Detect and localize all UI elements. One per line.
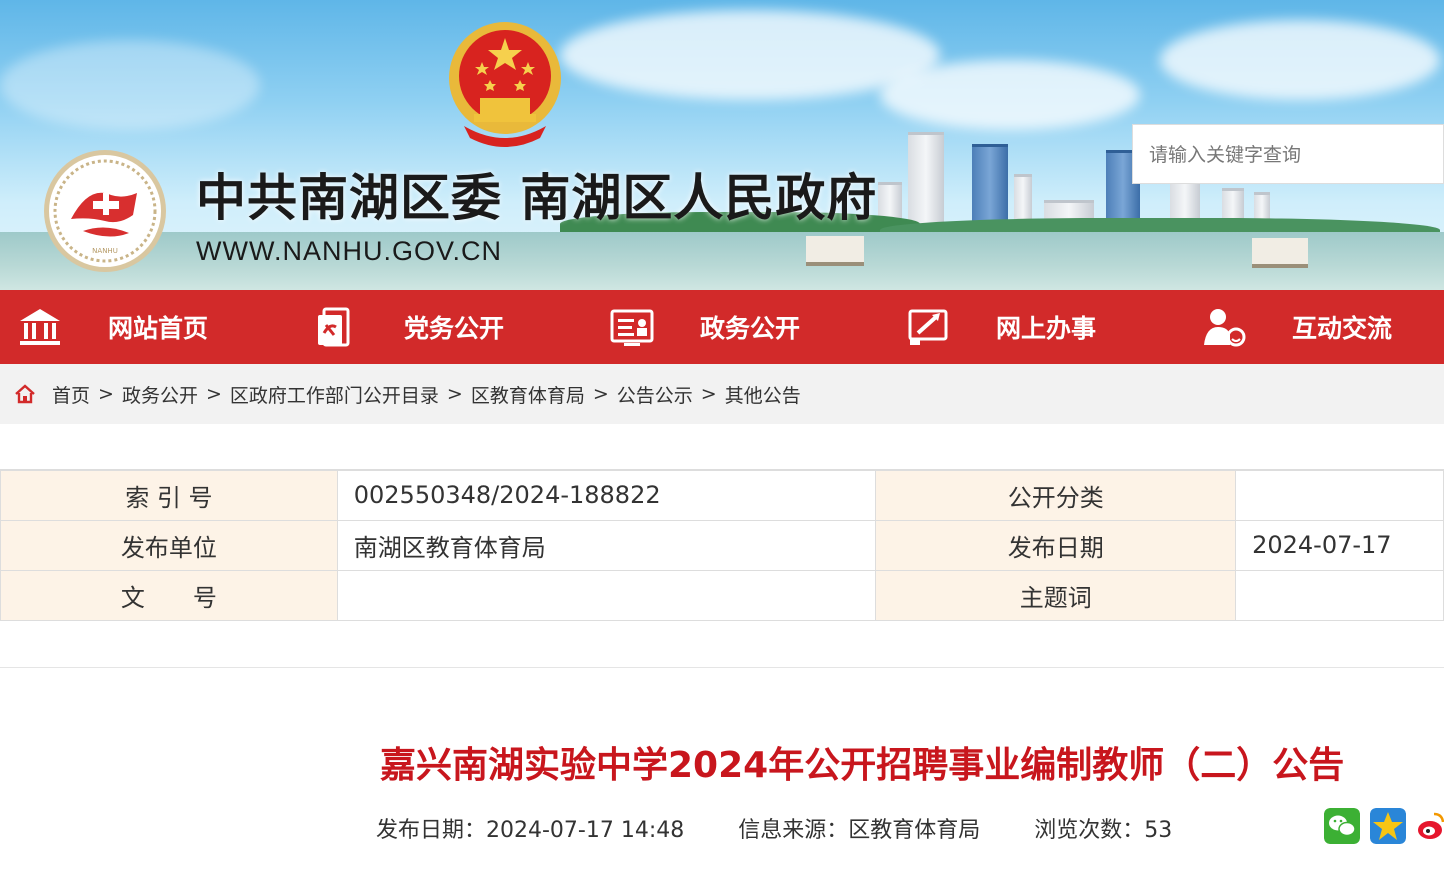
- search-input[interactable]: [1133, 125, 1431, 185]
- article-publish-date: 发布日期：2024-07-17 14:48: [376, 818, 685, 843]
- cloud: [1160, 20, 1440, 100]
- keywords-value: [1235, 569, 1444, 621]
- building: [972, 144, 1008, 231]
- online-service-icon: [908, 309, 948, 345]
- keywords-label: 主题词: [875, 569, 1237, 621]
- category-label: 公开分类: [875, 469, 1237, 521]
- boat: [1252, 238, 1308, 268]
- weibo-icon[interactable]: [1416, 808, 1444, 844]
- table-row: 发布单位 南湖区教育体育局 发布日期 2024-07-17: [0, 519, 1444, 571]
- cloud: [880, 60, 1140, 130]
- nav-item-label: 互动交流: [1292, 314, 1393, 343]
- document-number-label: 文 号: [0, 569, 338, 621]
- table-row: 索 引 号 002550348/2024-188822 公开分类: [0, 469, 1444, 521]
- breadcrumb-link-notices[interactable]: 公告公示: [617, 381, 693, 408]
- breadcrumb-separator: >: [446, 383, 463, 405]
- breadcrumb-link-government[interactable]: 政务公开: [122, 381, 198, 408]
- breadcrumb-separator: >: [205, 383, 222, 405]
- breadcrumb: 首页 > 政务公开 > 区政府工作部门公开目录 > 区教育体育局 > 公告公示 …: [14, 364, 801, 424]
- site-url: WWW.NANHU.GOV.CN: [196, 236, 502, 266]
- boat: [806, 236, 864, 266]
- cloud: [0, 40, 260, 130]
- index-value: 002550348/2024-188822: [336, 469, 877, 521]
- breadcrumb-link-home[interactable]: 首页: [52, 381, 90, 408]
- party-document-icon: [318, 307, 350, 347]
- home-icon: [15, 384, 35, 404]
- publish-date-value: 2024-07-17: [1235, 519, 1444, 571]
- header-banner: NANHU 中共南湖区委 南湖区人民政府 WWW.NANHU.GOV.CN: [0, 0, 1444, 290]
- building-icon: [20, 309, 60, 345]
- main-nav: 网站首页 党务公开 政务公开 网上办事 互动交流: [0, 290, 1444, 364]
- breadcrumb-separator: >: [98, 383, 114, 405]
- breadcrumb-separator: >: [592, 383, 609, 405]
- breadcrumb-link-education-bureau[interactable]: 区教育体育局: [471, 381, 585, 408]
- breadcrumb-separator: >: [700, 383, 717, 405]
- index-label: 索 引 号: [0, 469, 338, 521]
- nav-item-online-service[interactable]: 网上办事: [888, 290, 1184, 364]
- breadcrumb-link-directory[interactable]: 区政府工作部门公开目录: [230, 381, 439, 408]
- divider: [0, 667, 1444, 668]
- publisher-label: 发布单位: [0, 519, 338, 571]
- nav-item-label: 党务公开: [404, 314, 505, 343]
- article-source: 信息来源：区教育体育局: [738, 818, 981, 843]
- breadcrumb-link-other-notices[interactable]: 其他公告: [725, 381, 801, 408]
- qzone-icon[interactable]: [1370, 808, 1406, 844]
- nav-item-label: 网上办事: [996, 314, 1097, 343]
- national-emblem-icon: [449, 22, 561, 147]
- nav-item-government[interactable]: 政务公开: [592, 290, 888, 364]
- breadcrumb-bar: 首页 > 政务公开 > 区政府工作部门公开目录 > 区教育体育局 > 公告公示 …: [0, 364, 1444, 424]
- district-logo: NANHU: [44, 150, 166, 272]
- nav-item-home[interactable]: 网站首页: [0, 290, 296, 364]
- nav-item-label: 网站首页: [108, 314, 209, 343]
- publisher-value: 南湖区教育体育局: [336, 519, 877, 571]
- search-box[interactable]: [1132, 124, 1444, 185]
- site-title: 中共南湖区委 南湖区人民政府: [196, 168, 878, 227]
- category-value: [1235, 469, 1444, 521]
- svg-text:NANHU: NANHU: [92, 247, 118, 255]
- nav-item-party[interactable]: 党务公开: [296, 290, 592, 364]
- id-card-icon: [610, 309, 654, 346]
- article-title: 嘉兴南湖实验中学2024年公开招聘事业编制教师（二）公告: [380, 745, 1345, 786]
- article-views: 浏览次数：53: [1034, 818, 1173, 843]
- district-logo-icon: NANHU: [53, 159, 157, 263]
- user-chat-icon: [1204, 309, 1246, 347]
- document-info-table: 索 引 号 002550348/2024-188822 公开分类 发布单位 南湖…: [0, 469, 1444, 621]
- document-number-value: [336, 569, 877, 621]
- publish-date-label: 发布日期: [875, 519, 1237, 571]
- article-meta: 发布日期：2024-07-17 14:48 信息来源：区教育体育局 浏览次数：5…: [376, 812, 1226, 844]
- nav-item-label: 政务公开: [700, 314, 801, 343]
- building: [908, 132, 944, 231]
- table-row: 文 号 主题词: [0, 569, 1444, 621]
- nav-item-interaction[interactable]: 互动交流: [1184, 290, 1444, 364]
- wechat-icon[interactable]: [1324, 808, 1360, 844]
